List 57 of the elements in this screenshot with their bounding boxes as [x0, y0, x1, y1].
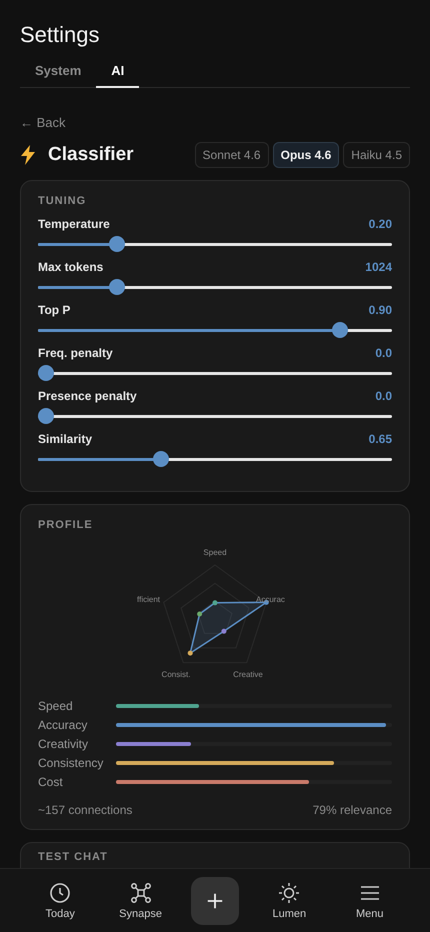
- model-button[interactable]: Haiku 4.5: [343, 142, 410, 168]
- radar-label: fficient: [137, 595, 160, 604]
- nav-item[interactable]: Synapse: [110, 880, 171, 920]
- slider-value: 0.0: [375, 346, 392, 360]
- slider-label: Temperature: [38, 217, 110, 231]
- slider-thumb[interactable]: [108, 236, 125, 252]
- nav-item[interactable]: Lumen: [259, 880, 320, 920]
- slider-label: Max tokens: [38, 260, 104, 274]
- metric-label: Creativity: [38, 737, 90, 751]
- metric-label: Consistency: [38, 756, 104, 770]
- metric-label: Accuracy: [38, 718, 88, 732]
- slider-thumb[interactable]: [332, 322, 348, 338]
- slider-thumb[interactable]: [38, 365, 54, 381]
- radar-label: Accurac: [256, 595, 285, 604]
- add-button[interactable]: [190, 876, 239, 924]
- slider-label: Top P: [38, 303, 70, 317]
- slider-label: Freq. penalty: [38, 346, 113, 360]
- slider-track[interactable]: [38, 451, 392, 467]
- slider-value: 0.90: [368, 303, 392, 317]
- tab[interactable]: System: [20, 58, 96, 88]
- clock-icon: [49, 882, 72, 904]
- slider-label: Presence penalty: [38, 389, 137, 403]
- model-button[interactable]: Opus 4.6: [272, 142, 340, 168]
- slider-thumb[interactable]: [152, 451, 169, 467]
- network-icon: [130, 882, 152, 904]
- slider-track[interactable]: [38, 236, 392, 252]
- page-title: Settings: [20, 22, 100, 48]
- slider-track[interactable]: [38, 408, 392, 424]
- slider-track[interactable]: [38, 365, 392, 381]
- slider-label: Similarity: [38, 432, 92, 446]
- slider-value: 0.65: [368, 432, 392, 446]
- slider-track[interactable]: [38, 322, 392, 338]
- model-button[interactable]: Sonnet 4.6: [194, 142, 269, 168]
- nav-item[interactable]: Menu: [340, 880, 400, 920]
- relevance-value: 79% relevance: [312, 803, 392, 817]
- radar-label: Creative: [233, 670, 263, 679]
- sun-icon: [278, 882, 300, 904]
- slider-track[interactable]: [38, 279, 392, 295]
- radar-label: Consist.: [162, 670, 190, 679]
- plus-icon: [206, 892, 224, 910]
- slider-thumb[interactable]: [38, 408, 54, 424]
- slider-value: 1024: [365, 260, 392, 274]
- agent-title: Classifier: [48, 144, 134, 166]
- tab[interactable]: AI: [96, 58, 140, 88]
- slider-value: 0.0: [375, 389, 392, 403]
- lightning-icon: [20, 145, 36, 165]
- back-link[interactable]: ← Back: [20, 115, 66, 130]
- connections-count: ~157 connections: [38, 803, 132, 817]
- slider-value: 0.20: [368, 217, 392, 231]
- section-heading: PROFILE: [38, 519, 94, 531]
- nav-item[interactable]: Today: [30, 880, 90, 920]
- metric-label: Speed: [38, 699, 74, 713]
- section-heading: TEST CHAT: [38, 851, 109, 863]
- slider-thumb[interactable]: [108, 279, 125, 295]
- radar-label: Speed: [203, 548, 227, 557]
- metric-label: Cost: [38, 775, 64, 789]
- section-heading: TUNING: [38, 195, 88, 207]
